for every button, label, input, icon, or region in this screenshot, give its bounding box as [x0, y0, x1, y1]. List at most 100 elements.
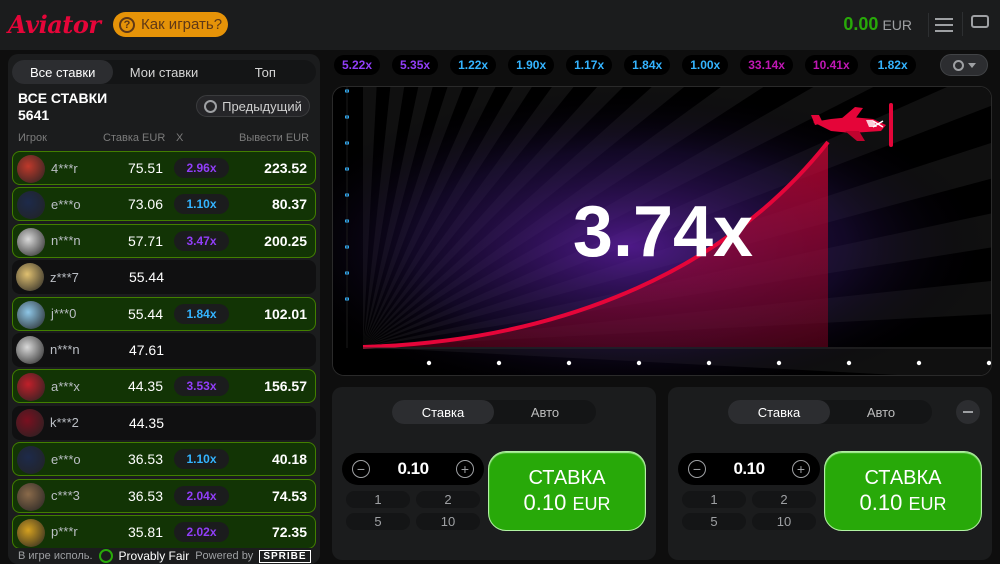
balance-currency: EUR	[882, 17, 912, 33]
history-icon	[204, 99, 218, 113]
history-toggle-button[interactable]	[940, 54, 988, 76]
menu-icon[interactable]	[928, 13, 956, 37]
quick-amount-10[interactable]: 10	[752, 513, 816, 530]
cashout-amount: 80.37	[271, 196, 307, 213]
plus-icon[interactable]: +	[792, 460, 810, 478]
tab-all-bets[interactable]: Все ставки	[12, 60, 114, 84]
cashout-multiplier: 1.84x	[174, 303, 229, 324]
bet-button-currency: EUR	[908, 493, 947, 514]
bet-button-currency: EUR	[572, 493, 611, 514]
tab-top[interactable]: Топ	[215, 60, 316, 84]
place-bet-button[interactable]: СТАВКА 0.10 EUR	[488, 451, 646, 531]
minus-icon[interactable]: −	[688, 460, 706, 478]
footer-in-game: В игре исполь.	[18, 550, 93, 562]
tab-auto[interactable]: Авто	[830, 400, 932, 424]
tab-my-bets[interactable]: Мои ставки	[113, 60, 214, 84]
spribe-logo: SPRIBE	[259, 549, 311, 563]
tab-bet[interactable]: Ставка	[392, 400, 494, 424]
current-multiplier: 3.74x	[572, 192, 754, 272]
multiplier-history: 5.22x 5.35x 1.22x 1.90x 1.17x 1.84x 1.00x 33.14…	[334, 54, 994, 76]
history-multiplier[interactable]: 5.35x	[392, 55, 439, 75]
quick-amount-5[interactable]: 5	[346, 513, 410, 530]
bet-button-label: СТАВКА	[864, 466, 942, 489]
minus-icon[interactable]: −	[352, 460, 370, 478]
bet-panel-1: Ставка Авто − 0.10 + 1 2 5 10 СТАВКА 0.1…	[332, 387, 656, 560]
quick-amount-1[interactable]: 1	[346, 491, 410, 508]
player-name: p***r	[51, 524, 78, 540]
col-bet: Ставка EUR	[103, 132, 166, 144]
chat-icon[interactable]	[962, 12, 992, 36]
chevron-down-icon	[967, 62, 976, 68]
bets-tabs: Все ставки Мои ставки Топ	[12, 60, 316, 84]
provably-fair-link[interactable]: Provably Fair	[119, 549, 190, 563]
col-cashout: Вывести EUR	[239, 132, 310, 144]
previous-button[interactable]: Предыдущий	[196, 95, 310, 117]
cashout-multiplier: 2.04x	[174, 485, 229, 506]
history-multiplier[interactable]: 1.82x	[869, 55, 916, 75]
table-row: a***x 44.35 3.53x 156.57	[12, 369, 316, 404]
balance: 0.00 EUR	[843, 14, 912, 35]
avatar	[17, 482, 45, 511]
quick-amount-5[interactable]: 5	[682, 513, 746, 530]
bets-list: 4***r 75.51 2.96x 223.52 e***o 73.06 1.10x 80.3…	[12, 151, 316, 551]
cashout-amount: 72.35	[271, 523, 307, 540]
bet-button-amount: 0.10	[523, 489, 567, 515]
bet-panel-tabs: Ставка Авто	[728, 400, 932, 424]
col-player: Игрок	[18, 132, 47, 144]
player-name: k***2	[50, 415, 79, 431]
history-multiplier[interactable]: 33.14x	[740, 55, 793, 75]
minus-icon	[963, 411, 973, 413]
bet-amount: 55.44	[128, 269, 164, 286]
cashout-amount: 200.25	[264, 232, 307, 249]
bet-amount: 55.44	[127, 305, 163, 322]
bet-amount: 57.71	[127, 232, 163, 249]
amount-stepper: − 0.10 +	[678, 453, 820, 485]
bet-amount: 36.53	[127, 451, 163, 468]
player-name: e***o	[51, 196, 81, 212]
place-bet-button[interactable]: СТАВКА 0.10 EUR	[824, 451, 982, 531]
avatar	[16, 335, 44, 364]
col-x: X	[176, 132, 184, 144]
shield-check-icon	[98, 549, 113, 563]
bet-amount: 44.35	[128, 414, 164, 431]
balance-value: 0.00	[843, 14, 879, 34]
table-row: n***n 57.71 3.47x 200.25	[12, 223, 316, 258]
remove-panel-button[interactable]	[956, 400, 980, 424]
bet-amount-input[interactable]: 0.10	[733, 459, 765, 479]
history-multiplier[interactable]: 1.17x	[566, 55, 613, 75]
avatar	[16, 408, 44, 437]
bets-panel: Все ставки Мои ставки Топ ВСЕ СТАВКИ 564…	[8, 54, 320, 564]
player-name: 4***r	[51, 160, 78, 176]
bet-amount: 36.53	[127, 487, 163, 504]
quick-amount-2[interactable]: 2	[416, 491, 480, 508]
history-multiplier[interactable]: 1.90x	[508, 55, 555, 75]
history-multiplier[interactable]: 10.41x	[804, 55, 858, 75]
player-name: n***n	[50, 342, 80, 358]
quick-amount-1[interactable]: 1	[682, 491, 746, 508]
all-bets-title: ВСЕ СТАВКИ	[18, 90, 108, 106]
history-multiplier[interactable]: 1.84x	[624, 55, 671, 75]
history-multiplier[interactable]: 1.00x	[682, 55, 729, 75]
aviator-logo[interactable]: Aviator	[8, 10, 101, 39]
tab-auto[interactable]: Авто	[494, 400, 596, 424]
cashout-amount: 102.01	[264, 305, 307, 322]
bet-amount: 75.51	[127, 160, 163, 176]
cashout-multiplier: 3.53x	[174, 376, 229, 397]
history-multiplier[interactable]: 5.22x	[334, 55, 381, 75]
quick-amount-10[interactable]: 10	[416, 513, 480, 530]
avatar	[17, 300, 45, 329]
table-row: p***r 35.81 2.02x 72.35	[12, 514, 316, 549]
history-multiplier[interactable]: 1.22x	[450, 55, 497, 75]
bet-button-amount: 0.10	[859, 489, 903, 515]
tab-bet[interactable]: Ставка	[728, 400, 830, 424]
quick-amount-2[interactable]: 2	[752, 491, 816, 508]
bet-amount-input[interactable]: 0.10	[397, 459, 429, 479]
cashout-amount: 40.18	[271, 451, 307, 468]
how-to-play-button[interactable]: ? Как играть?	[113, 12, 228, 37]
plus-icon[interactable]: +	[456, 460, 474, 478]
player-name: j***0	[51, 306, 77, 322]
powered-by: Powered by	[195, 550, 254, 562]
bet-amount: 47.61	[128, 341, 164, 358]
avatar	[17, 227, 45, 256]
table-row: e***o 36.53 1.10x 40.18	[12, 442, 316, 477]
